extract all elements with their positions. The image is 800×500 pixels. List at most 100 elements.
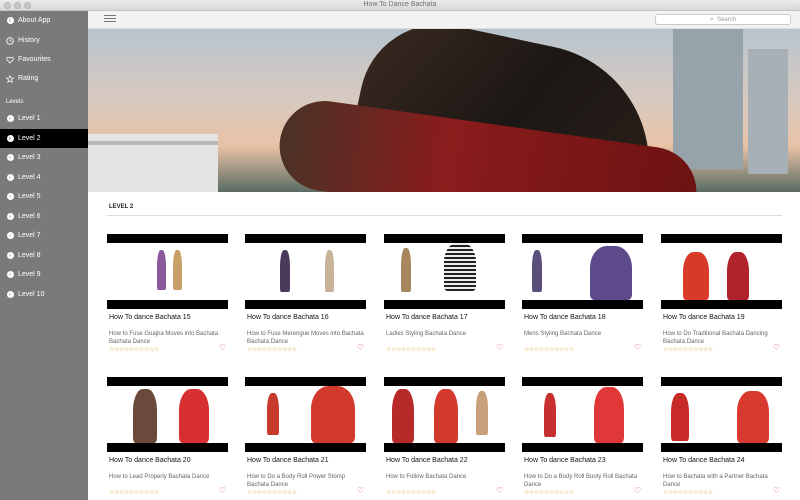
sidebar: i About App History Favourites Rating Le… [0, 11, 88, 500]
sidebar-item-level-7[interactable]: › Level 7 [0, 226, 88, 245]
video-description: Ladies Styling Bachata Dance [386, 331, 467, 337]
clock-icon [6, 36, 14, 45]
video-thumbnail[interactable] [384, 377, 505, 452]
chevron-right-icon: › [6, 174, 14, 182]
favourite-heart-icon[interactable]: ♡ [634, 486, 641, 495]
chevron-right-icon: › [6, 252, 14, 260]
sidebar-item-level-5[interactable]: › Level 5 [0, 187, 88, 206]
sidebar-item-level-3[interactable]: › Level 3 [0, 148, 88, 167]
video-description: How to Do a Body Roll Booty Roll Bachata… [524, 474, 638, 488]
main-content: LEVEL 2 How To dance Bachata 15 How to F… [88, 29, 800, 500]
video-title: How To dance Bachata 16 [247, 314, 329, 321]
rating-stars[interactable]: ☆☆☆☆☆☆☆☆☆☆ [386, 346, 436, 353]
sidebar-item-history[interactable]: History [0, 31, 88, 50]
video-thumbnail[interactable] [384, 234, 505, 309]
video-thumbnail[interactable] [661, 234, 782, 309]
sidebar-item-level-4[interactable]: › Level 4 [0, 168, 88, 187]
toolbar: ⌕ Search [88, 11, 800, 29]
sidebar-item-level-6[interactable]: › Level 6 [0, 207, 88, 226]
video-title: How To dance Bachata 22 [386, 457, 468, 464]
video-title: How To dance Bachata 15 [109, 314, 191, 321]
sidebar-item-label: Level 2 [18, 135, 41, 142]
video-description: How to Do Traditional Bachata Dancing Ba… [663, 331, 768, 345]
rating-stars[interactable]: ☆☆☆☆☆☆☆☆☆☆ [109, 489, 159, 496]
sidebar-item-about-app[interactable]: i About App [0, 11, 88, 30]
search-icon: ⌕ [710, 15, 714, 23]
chevron-right-icon: › [6, 135, 14, 143]
rating-stars[interactable]: ☆☆☆☆☆☆☆☆☆☆ [247, 489, 297, 496]
video-thumbnail[interactable] [245, 377, 366, 452]
video-thumbnail[interactable] [522, 234, 643, 309]
sidebar-item-label: Level 1 [18, 115, 41, 122]
sidebar-item-favourites[interactable]: Favourites [0, 50, 88, 69]
sidebar-item-label: Level 9 [18, 271, 41, 278]
search-placeholder: Search [716, 16, 736, 23]
favourite-heart-icon[interactable]: ♡ [496, 343, 503, 352]
chevron-right-icon: › [6, 291, 14, 299]
chevron-right-icon: › [6, 232, 14, 240]
sidebar-item-rating[interactable]: Rating [0, 69, 88, 88]
favourite-heart-icon[interactable]: ♡ [219, 486, 226, 495]
sidebar-item-level-2[interactable]: › Level 2 [0, 129, 88, 148]
video-thumbnail[interactable] [661, 377, 782, 452]
rating-stars[interactable]: ☆☆☆☆☆☆☆☆☆☆ [663, 346, 713, 353]
rating-stars[interactable]: ☆☆☆☆☆☆☆☆☆☆ [247, 346, 297, 353]
title-bar: How To Dance Bachata [0, 0, 800, 11]
chevron-right-icon: › [6, 271, 14, 279]
sidebar-item-label: Level 5 [18, 193, 41, 200]
video-title: How To dance Bachata 24 [663, 457, 745, 464]
rating-stars[interactable]: ☆☆☆☆☆☆☆☆☆☆ [386, 489, 436, 496]
search-field[interactable]: ⌕ Search [655, 14, 791, 25]
section-divider [107, 215, 782, 216]
video-description: How to Fuse Guajira Moves into Bachata B… [109, 331, 219, 345]
video-title: How To dance Bachata 23 [524, 457, 606, 464]
favourite-heart-icon[interactable]: ♡ [219, 343, 226, 352]
video-description: Mens Styling Bachata Dance [524, 331, 602, 337]
sidebar-item-label: Level 7 [18, 232, 41, 239]
rating-stars[interactable]: ☆☆☆☆☆☆☆☆☆☆ [524, 489, 574, 496]
chevron-right-icon: › [6, 193, 14, 201]
video-thumbnail[interactable] [245, 234, 366, 309]
star-icon [6, 74, 14, 83]
rating-stars[interactable]: ☆☆☆☆☆☆☆☆☆☆ [109, 346, 159, 353]
favourite-heart-icon[interactable]: ♡ [773, 343, 780, 352]
rating-stars[interactable]: ☆☆☆☆☆☆☆☆☆☆ [663, 489, 713, 496]
video-description: How to Fuse Merengue Moves into Bachata … [247, 331, 364, 345]
levels-heading: Levels [6, 99, 24, 105]
list-icon [104, 15, 116, 16]
sidebar-item-label: Level 8 [18, 252, 41, 259]
video-title: How To dance Bachata 17 [386, 314, 468, 321]
sidebar-item-label: About App [18, 17, 51, 24]
video-title: How To dance Bachata 21 [247, 457, 329, 464]
video-thumbnail[interactable] [107, 377, 228, 452]
video-thumbnail[interactable] [107, 234, 228, 309]
video-thumbnail[interactable] [522, 377, 643, 452]
section-label: LEVEL 2 [109, 204, 134, 210]
video-title: How To dance Bachata 19 [663, 314, 745, 321]
sidebar-item-label: Favourites [18, 56, 51, 63]
favourite-heart-icon[interactable]: ♡ [357, 343, 364, 352]
favourite-heart-icon[interactable]: ♡ [773, 486, 780, 495]
favourite-heart-icon[interactable]: ♡ [357, 486, 364, 495]
sidebar-item-label: Level 4 [18, 174, 41, 181]
favourite-heart-icon[interactable]: ♡ [634, 343, 641, 352]
sidebar-item-level-10[interactable]: › Level 10 [0, 285, 88, 304]
sidebar-item-label: Level 3 [18, 154, 41, 161]
window-title: How To Dance Bachata [363, 1, 437, 8]
hero-banner-image [88, 29, 800, 192]
video-description: How to Follow Bachata Dance [386, 474, 467, 480]
video-description: How to Do a Body Roll Power Stomp Bachat… [247, 474, 346, 488]
sidebar-item-label: Rating [18, 75, 39, 82]
app-window: How To Dance Bachata i About App History… [0, 0, 800, 500]
sidebar-item-label: Level 10 [18, 291, 45, 298]
sidebar-item-level-1[interactable]: › Level 1 [0, 109, 88, 128]
sidebar-item-level-8[interactable]: › Level 8 [0, 246, 88, 265]
heart-icon [6, 56, 14, 64]
sidebar-item-level-9[interactable]: › Level 9 [0, 265, 88, 284]
list-view-button[interactable] [104, 15, 116, 25]
video-description: How to Bachata with a Partner Bachata Da… [663, 474, 768, 488]
video-description: How to Lead Properly Bachata Dance [109, 474, 210, 480]
favourite-heart-icon[interactable]: ♡ [496, 486, 503, 495]
rating-stars[interactable]: ☆☆☆☆☆☆☆☆☆☆ [524, 346, 574, 353]
video-title: How To dance Bachata 18 [524, 314, 606, 321]
